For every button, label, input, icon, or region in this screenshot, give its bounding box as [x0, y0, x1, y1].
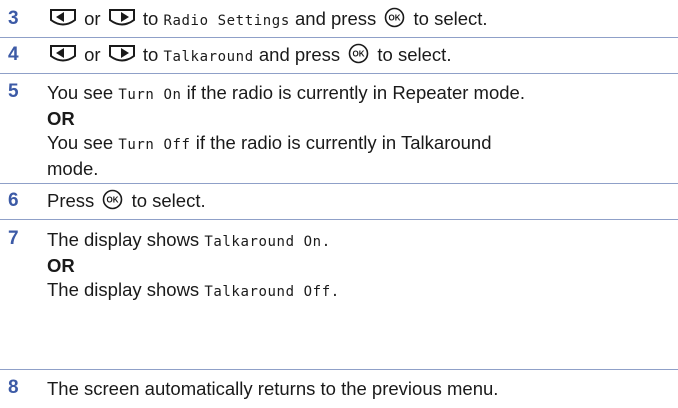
svg-text:OK: OK [107, 196, 119, 205]
step-8: 8 The screen automatically returns to th… [8, 377, 499, 399]
step-3: 3 or to Radio Settings and press OK to s… [0, 0, 678, 38]
step-number: 6 [8, 190, 19, 211]
or-label: OR [47, 108, 75, 129]
right-arrow-key-icon [108, 45, 135, 62]
step-7: 7 The display shows Talkaround On. OR Th… [0, 220, 678, 370]
step-number: 4 [8, 44, 19, 65]
left-arrow-key-icon [50, 9, 76, 26]
ok-button-icon: OK [348, 43, 369, 64]
display-code: Turn On [118, 87, 182, 103]
step-number: 7 [8, 228, 19, 249]
left-arrow-key-icon [50, 45, 76, 62]
step-number: 8 [8, 377, 19, 398]
display-code: Talkaround On. [204, 234, 331, 250]
menu-item-code: Talkaround [163, 49, 254, 65]
ok-button-icon: OK [103, 189, 123, 210]
or-label: OR [47, 255, 75, 276]
svg-text:OK: OK [353, 50, 365, 59]
step-number: 3 [8, 8, 19, 29]
step-5: 5 You see Turn On if the radio is curren… [0, 74, 678, 184]
right-arrow-key-icon [108, 9, 135, 26]
ok-button-icon: OK [385, 7, 405, 28]
display-code: Talkaround Off. [204, 284, 340, 300]
step-6: 6 Press OK to select. [0, 184, 678, 220]
menu-item-code: Radio Settings [163, 13, 290, 29]
step-4: 4 or to Talkaround and press OK to selec… [0, 38, 678, 74]
display-code: Turn Off [118, 137, 191, 153]
procedure-steps: 3 or to Radio Settings and press OK to s… [0, 0, 678, 406]
step-number: 5 [8, 81, 19, 102]
svg-text:OK: OK [389, 14, 401, 23]
